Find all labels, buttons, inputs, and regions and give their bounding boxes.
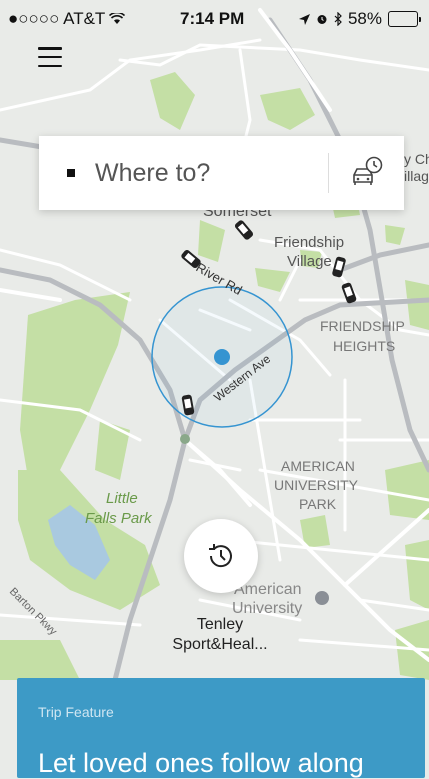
label-american-university-park-1: AMERICAN: [281, 458, 355, 474]
carrier-signal: ●○○○○ AT&T: [8, 9, 106, 28]
nearby-destination-label[interactable]: Tenley Sport&Heal...: [150, 615, 290, 655]
label-chevy-chase-1: y Ch: [404, 151, 429, 167]
trip-feature-card[interactable]: Trip Feature Let loved ones follow along: [17, 678, 425, 778]
battery-icon: [388, 11, 421, 27]
where-to-placeholder[interactable]: Where to?: [95, 159, 328, 188]
status-right: 58%: [298, 9, 421, 29]
trip-feature-eyebrow: Trip Feature: [38, 704, 114, 720]
alarm-icon: [317, 15, 327, 24]
label-little-falls-park-2: Falls Park: [85, 510, 153, 527]
history-button[interactable]: [184, 519, 258, 593]
status-time: 7:14 PM: [180, 9, 245, 28]
destination-square-icon: [67, 169, 75, 177]
bluetooth-icon: [334, 12, 342, 26]
destination-line-1: Tenley: [196, 616, 244, 633]
current-location-dot[interactable]: [214, 349, 230, 365]
where-to-search-box[interactable]: Where to?: [39, 136, 404, 210]
wifi-icon: [109, 13, 126, 24]
status-bar: ●○○○○ AT&T 7:14 PM 58%: [0, 0, 429, 38]
label-friendship-village-1: Friendship: [274, 234, 344, 251]
history-clock-icon: [209, 544, 232, 568]
hamburger-menu-icon[interactable]: [38, 47, 62, 67]
label-chevy-chase-2: illag: [404, 168, 429, 184]
destination-line-2: Sport&Heal...: [172, 636, 268, 653]
label-friendship-heights-1: FRIENDSHIP: [320, 318, 405, 334]
label-little-falls-park-1: Little: [106, 490, 138, 507]
label-american-university-park-2: UNIVERSITY: [274, 477, 359, 493]
status-left: ●○○○○ AT&T: [8, 9, 126, 29]
university-marker-icon: [315, 591, 329, 605]
label-friendship-village-2: Village: [287, 253, 332, 270]
car-clock-icon: [352, 156, 382, 185]
location-arrow-icon: [298, 13, 310, 25]
label-friendship-heights-2: HEIGHTS: [333, 338, 395, 354]
schedule-ride-button[interactable]: [329, 136, 404, 210]
junction-marker: [180, 434, 190, 444]
trip-feature-title: Let loved ones follow along: [38, 748, 364, 778]
label-american-university-park-3: PARK: [299, 496, 337, 512]
battery-percent: 58%: [347, 9, 382, 28]
